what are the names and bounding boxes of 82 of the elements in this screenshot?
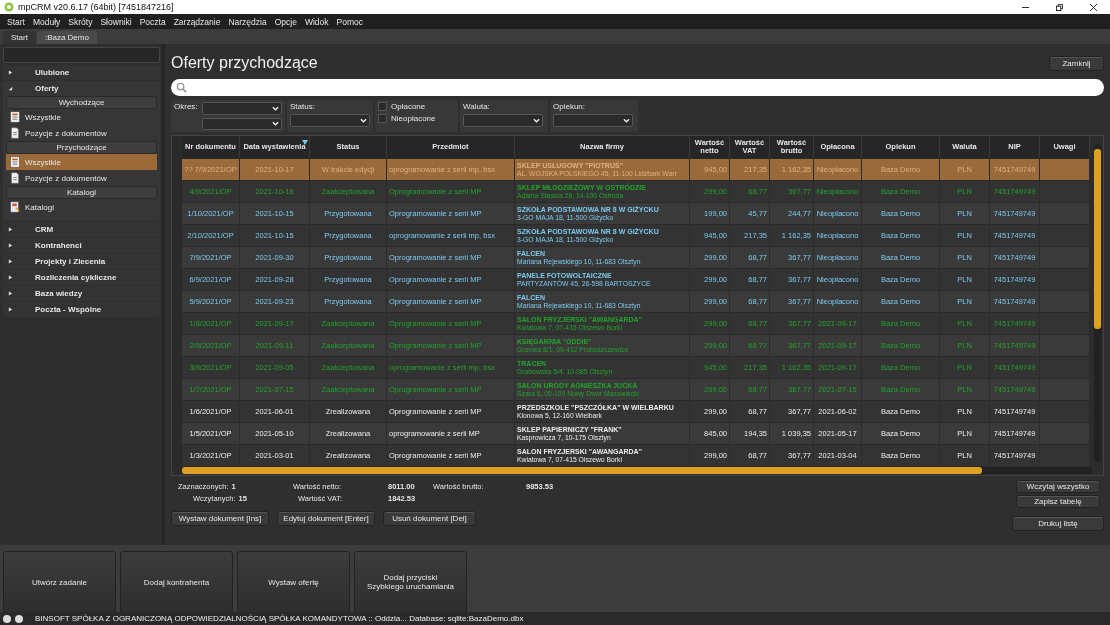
list-document-icon xyxy=(9,156,21,168)
print-button[interactable]: Drukuj listę xyxy=(1012,516,1104,531)
checkbox[interactable] xyxy=(378,102,387,111)
checkbox-label: Opłacone xyxy=(391,102,426,111)
action-button[interactable]: Edytuj dokument [Enter] xyxy=(277,511,375,526)
catalog-icon xyxy=(9,201,21,213)
expand-arrow-icon xyxy=(8,291,13,296)
period-from-dropdown[interactable] xyxy=(201,102,282,115)
table-button[interactable]: Wczytaj wszystko xyxy=(1016,480,1100,493)
sidebar-section-header[interactable]: Ulubione xyxy=(3,65,160,80)
menu-item[interactable]: Słowniki xyxy=(96,16,136,27)
status-dropdown[interactable] xyxy=(290,114,370,127)
sidebar-item[interactable]: Wszystkie xyxy=(6,154,157,170)
table-button[interactable]: Zapisz tabelę xyxy=(1016,495,1100,508)
expand-arrow-icon xyxy=(8,243,13,248)
search-field[interactable] xyxy=(171,79,1104,96)
sidebar-section-header[interactable]: Rozliczenia cykliczne xyxy=(3,270,160,285)
chevron-down-icon xyxy=(533,118,540,123)
currency-label: Waluta: xyxy=(463,102,491,111)
sidebar-item[interactable]: Katalogi xyxy=(6,199,157,215)
menu-item[interactable]: Moduły xyxy=(28,16,65,27)
owner-label: Opiekun: xyxy=(553,102,587,111)
status-bar-text: BINSOFT SPÓŁKA Z OGRANICZONĄ ODPOWIEDZIALNOŚCIĄ SPÓŁKA KOMANDYTOWA :: Oddzia... Database: sqlite:BazaDemo.dbx xyxy=(35,614,524,623)
sidebar-section-header[interactable]: Poczta - Wspólne xyxy=(3,302,160,317)
window-title: mpCRM v20.6.17 (64bit) [7451847216] xyxy=(18,2,174,12)
vertical-scrollbar[interactable] xyxy=(1094,144,1101,462)
menu-item[interactable]: Opcje xyxy=(270,16,301,27)
quick-action-button[interactable]: Wystaw ofertę xyxy=(237,551,350,613)
action-button[interactable]: Wystaw dokument [Ins] xyxy=(171,511,269,526)
sort-indicator-icon xyxy=(302,140,308,145)
sidebar-section-header[interactable]: Projekty i Zlecenia xyxy=(3,254,160,269)
tab[interactable]: :Baza Demo xyxy=(36,31,97,44)
menu-item[interactable]: Widok xyxy=(300,16,333,27)
horizontal-scrollbar[interactable] xyxy=(182,467,1092,474)
chevron-down-icon xyxy=(623,118,630,123)
period-to-dropdown[interactable] xyxy=(201,117,282,130)
sidebar-item[interactable]: Wszystkie xyxy=(6,109,157,125)
checkbox-label: Nieopłacone xyxy=(391,114,436,123)
chevron-down-icon xyxy=(271,105,279,111)
action-button[interactable]: Usuń dokument [Del] xyxy=(383,511,476,526)
close-button[interactable]: Zamknij xyxy=(1049,55,1104,71)
sidebar-section-header[interactable]: Kontrahenci xyxy=(3,238,160,253)
expand-arrow-icon xyxy=(8,259,13,264)
sidebar-item[interactable]: Pozycje z dokumentów xyxy=(6,170,157,186)
checkbox[interactable] xyxy=(378,114,387,123)
menu-item[interactable]: Zarządzanie xyxy=(169,16,225,27)
sidebar-group-header: Katalogi xyxy=(6,186,157,199)
sidebar-section-header[interactable]: Oferty xyxy=(3,81,160,96)
status-label: Status: xyxy=(290,102,316,111)
chevron-down-icon xyxy=(271,121,279,127)
owner-dropdown[interactable] xyxy=(553,114,633,127)
expand-arrow-icon xyxy=(8,86,13,91)
quick-action-button[interactable]: Dodaj przyciski Szybkiego uruchamiania xyxy=(354,551,467,613)
sidebar-group-header: Przychodzące xyxy=(6,141,157,154)
period-label: Okres: xyxy=(174,102,198,113)
table-row[interactable] xyxy=(172,158,1090,180)
restore-icon[interactable] xyxy=(1055,3,1063,11)
menu-item[interactable]: Start xyxy=(3,16,29,27)
document-icon xyxy=(9,127,21,139)
sidebar-search-field[interactable] xyxy=(3,47,160,63)
sidebar-section-header[interactable]: Baza wiedzy xyxy=(3,286,160,301)
expand-arrow-icon xyxy=(8,70,13,75)
quick-action-button[interactable]: Dodaj kontrahenta xyxy=(120,551,233,613)
document-icon xyxy=(9,172,21,184)
sidebar-group-header: Wychodzące xyxy=(6,96,157,109)
close-icon[interactable] xyxy=(1089,3,1097,11)
search-icon xyxy=(176,82,187,93)
expand-arrow-icon xyxy=(8,307,13,312)
list-document-icon xyxy=(9,111,21,123)
sidebar-section-header[interactable]: CRM xyxy=(3,222,160,237)
quick-action-button[interactable]: Utwórz zadanie xyxy=(3,551,116,613)
expand-arrow-icon xyxy=(8,275,13,280)
menu-item[interactable]: Poczta xyxy=(135,16,170,27)
expand-arrow-icon xyxy=(8,227,13,232)
tab[interactable]: Start xyxy=(3,31,36,44)
menu-item[interactable]: Skróty xyxy=(64,16,97,27)
currency-dropdown[interactable] xyxy=(463,114,543,127)
chevron-down-icon xyxy=(360,118,367,123)
page-title: Oferty przychodzące xyxy=(171,54,318,72)
menu-item[interactable]: Narzędzia xyxy=(224,16,271,27)
sidebar-item[interactable]: Pozycje z dokumentów xyxy=(6,125,157,141)
menu-item[interactable]: Pomoc xyxy=(332,16,367,27)
